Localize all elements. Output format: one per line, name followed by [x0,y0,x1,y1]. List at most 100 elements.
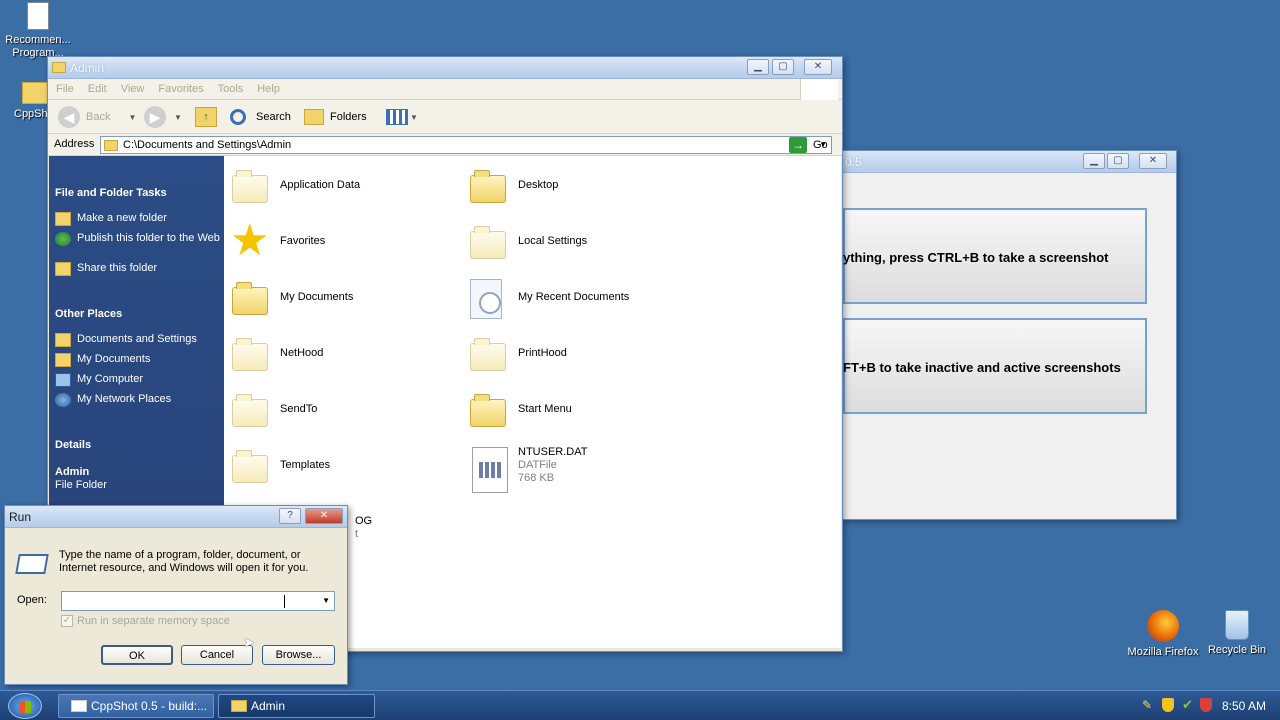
desktop-icon-recommended[interactable]: Recommen... Program... [0,2,76,60]
update-icon[interactable]: ✔ [1182,698,1196,712]
place-label: My Computer [77,373,144,385]
forward-button[interactable]: ▶ ▼ [144,105,182,129]
file-name: NetHood [280,347,324,359]
run-icon [15,554,49,574]
close-button[interactable]: ✕ [305,508,343,524]
folder-icon [232,282,268,315]
close-button[interactable]: ✕ [1139,153,1167,169]
file-item[interactable]: ★ Favorites [224,217,454,265]
inactive-active-screenshot-button[interactable]: FT+B to take inactive and active screens… [843,318,1147,414]
start-button[interactable] [8,693,42,719]
back-button[interactable]: ◀ Back ▼ [58,105,136,129]
menu-edit[interactable]: Edit [80,79,113,95]
maximize-button[interactable]: ▢ [1107,153,1129,169]
task-label: Make a new folder [77,212,167,224]
screenshot-button[interactable]: ything, press CTRL+B to take a screensho… [843,208,1147,304]
chevron-down-icon[interactable]: ▼ [322,596,330,605]
globe-icon [55,232,71,246]
file-name: My Recent Documents [518,291,630,303]
my-computer-link[interactable]: My Computer [55,373,220,387]
publish-to-web-link[interactable]: Publish this folder to the Web [55,232,220,246]
folders-button[interactable]: Folders [304,105,367,129]
my-documents-link[interactable]: My Documents [55,353,220,367]
my-network-places-link[interactable]: My Network Places [55,393,220,407]
run-title: Run [9,510,32,524]
file-item[interactable]: My Documents [224,275,454,321]
open-combobox[interactable]: ▼ [61,591,335,611]
file-item[interactable]: PrintHood [462,331,692,377]
run-titlebar[interactable]: Run ? ✕ [5,506,347,528]
file-name: Desktop [518,179,559,191]
views-button[interactable]: ▼ [386,105,418,129]
file-item[interactable]: My Recent Documents [462,275,692,321]
cppshot-titlebar[interactable]: 0.5 ▁ ▢ ✕ [841,151,1176,173]
file-item[interactable]: SendTo [224,387,454,433]
place-label: My Network Places [77,393,172,405]
desktop-icon-recycle-bin[interactable]: Recycle Bin [1199,610,1275,656]
menu-help[interactable]: Help [249,79,286,95]
taskbar-item-admin[interactable]: Admin [218,694,375,718]
search-button[interactable]: Search [230,105,291,129]
file-item[interactable]: Desktop [462,163,692,209]
folder-pale-icon [232,338,268,371]
file-item[interactable]: Start Menu [462,387,692,433]
taskbar-item-label: CppShot 0.5 - build:... [91,699,208,713]
address-input[interactable]: C:\Documents and Settings\Admin ▼ [100,136,832,154]
address-bar: Address C:\Documents and Settings\Admin … [48,134,842,156]
firefox-icon [1147,610,1179,642]
details-type: File Folder [55,479,107,491]
explorer-titlebar[interactable]: Admin ▁ ▢ ✕ [48,57,842,79]
documents-and-settings-link[interactable]: Documents and Settings [55,333,220,347]
search-icon [230,109,246,125]
file-name: Start Menu [518,403,572,415]
document-icon [27,2,49,30]
file-item[interactable]: Templates [224,443,454,489]
details-title: Details [55,439,92,451]
minimize-button[interactable]: ▁ [1083,153,1105,169]
taskbar-item-label: Admin [251,699,286,713]
file-type: t [355,528,359,540]
browse-button[interactable]: Browse... [262,645,335,665]
file-size: 768 KB [518,472,555,484]
file-name: Templates [280,459,331,471]
menu-tools[interactable]: Tools [210,79,250,95]
taskbar: CppShot 0.5 - build:... Admin ✎ ✔ 8:50 A… [0,690,1280,720]
file-item[interactable]: Application Data [224,163,454,209]
minimize-button[interactable]: ▁ [747,59,769,75]
clock[interactable]: 8:50 AM [1222,699,1266,713]
folder-pale-icon [470,338,506,371]
security-shield-icon[interactable] [1162,698,1174,712]
file-item[interactable]: NTUSER.DAT DATFile 768 KB [462,443,692,503]
folder-pale-icon [232,394,268,427]
menu-view[interactable]: View [113,79,151,95]
ok-button[interactable]: OK [101,645,173,665]
folder-icon [470,170,506,203]
close-button[interactable]: ✕ [804,59,832,75]
make-new-folder-link[interactable]: Make a new folder [55,212,220,226]
maximize-button[interactable]: ▢ [772,59,794,75]
share-folder-link[interactable]: Share this folder [55,262,220,276]
network-icon[interactable]: ✎ [1142,699,1156,711]
alert-shield-icon[interactable] [1200,698,1212,712]
help-button[interactable]: ? [279,508,301,524]
run-description: Type the name of a program, folder, docu… [59,549,309,574]
folders-icon [304,109,324,125]
desktop-icon-firefox[interactable]: Mozilla Firefox [1125,610,1201,659]
desktop-icon-cppshot[interactable]: CppSho... [0,82,63,120]
taskbar-item-cppshot[interactable]: CppShot 0.5 - build:... [58,694,214,718]
system-tray: ✎ ✔ 8:50 AM [1136,696,1276,716]
go-arrow-icon: → [789,137,807,153]
folder-pale-icon [232,450,268,483]
menu-favorites[interactable]: Favorites [150,79,209,95]
up-folder-button[interactable]: ↑ [195,105,217,129]
menu-file[interactable]: File [48,79,80,95]
up-folder-icon: ↑ [195,107,217,127]
cppshot-title: 0.5 [845,155,862,169]
recycle-bin-icon [1225,610,1249,640]
go-button[interactable]: → Go [789,136,828,154]
file-item[interactable]: NetHood [224,331,454,377]
file-item[interactable]: Local Settings [462,219,692,265]
file-type: DATFile [518,459,557,471]
open-label: Open: [17,594,47,606]
forward-arrow-icon: ▶ [144,106,166,128]
